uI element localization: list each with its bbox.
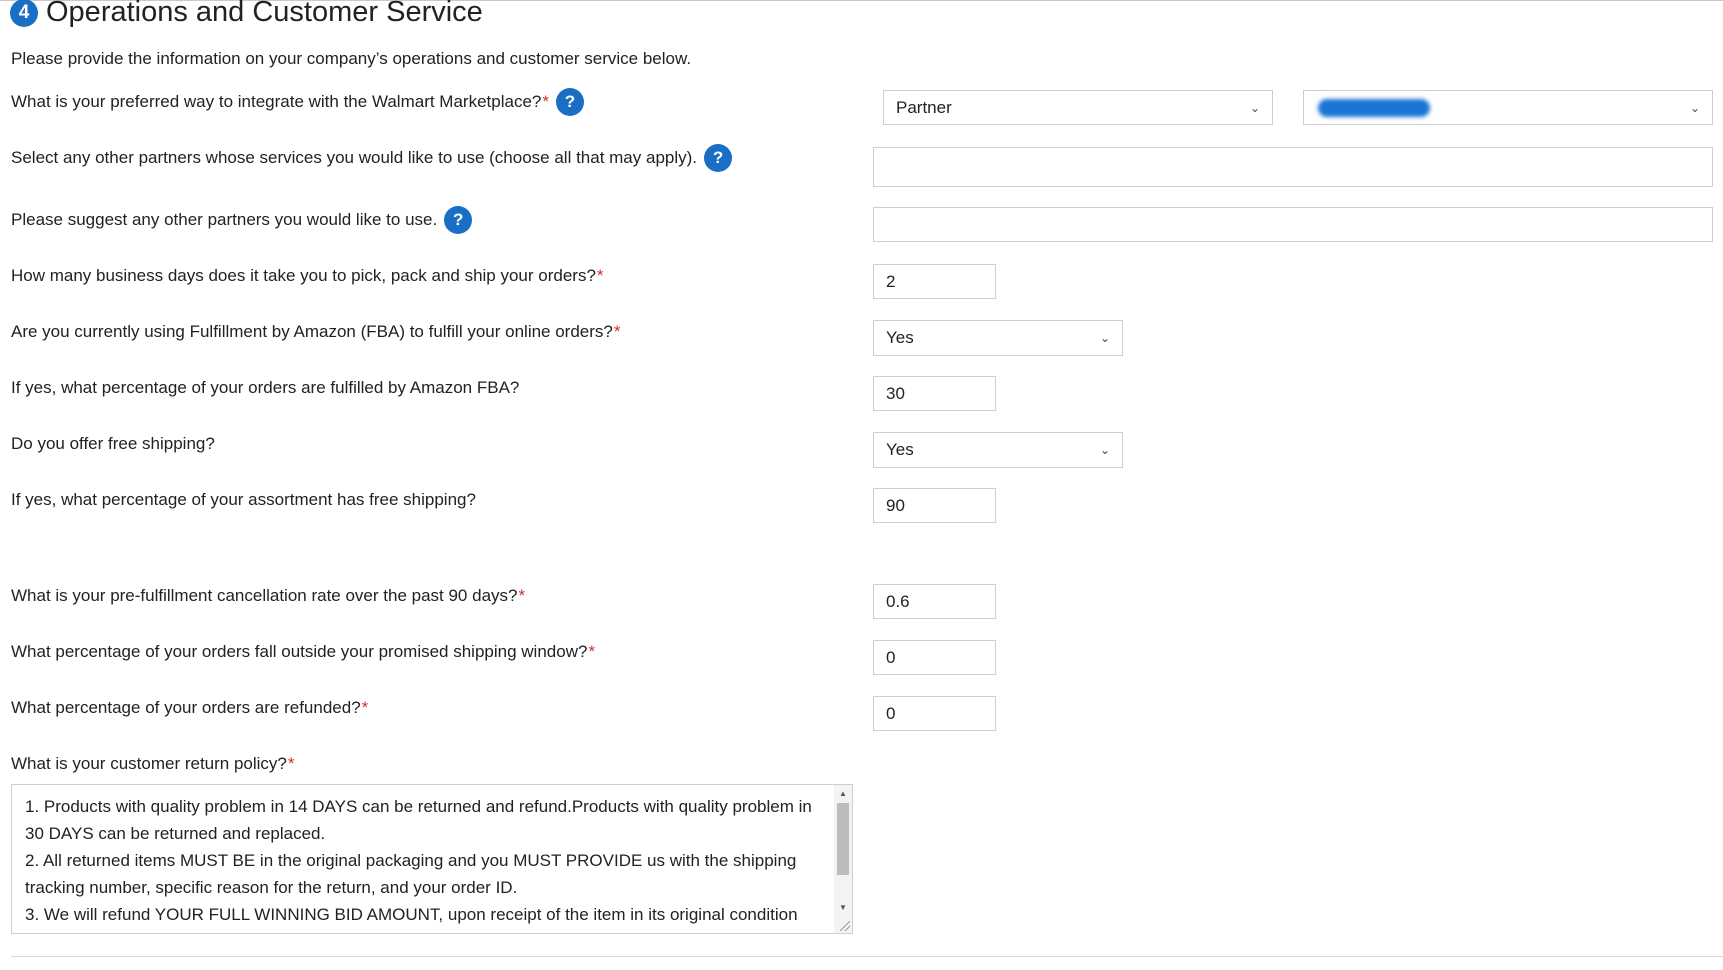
help-icon[interactable]: ? [444,206,473,234]
fba-percentage-value: 30 [886,383,905,403]
chevron-down-icon: ⌄ [1689,100,1700,115]
ship-days-question: How many business days does it take you … [11,266,604,286]
return-policy-line: 2. All returned items MUST BE in the ori… [25,851,797,897]
integration-question: What is your preferred way to integrate … [11,88,584,116]
section-header: 4 Operations and Customer Service [10,0,483,29]
return-policy-question: What is your customer return policy? * [11,754,295,774]
required-marker: * [613,322,621,341]
free-shipping-question: Do you offer free shipping? [11,434,215,454]
help-icon[interactable]: ? [556,88,584,116]
cancellation-rate-value: 0.6 [886,591,910,611]
late-ship-value: 0 [886,647,896,667]
chevron-down-icon: ⌄ [1099,443,1110,457]
fba-percentage-question: If yes, what percentage of your orders a… [11,378,519,398]
scroll-thumb[interactable] [837,803,849,875]
chevron-down-icon: ⌄ [1249,100,1260,115]
return-policy-line: 1. Products with quality problem in 14 D… [25,797,812,843]
other-partners-multiselect[interactable] [873,147,1713,187]
late-ship-question: What percentage of your orders fall outs… [11,642,595,662]
other-partners-question: Select any other partners whose services… [11,144,733,172]
return-policy-label: What is your customer return policy? [11,754,287,773]
late-ship-input[interactable]: 0 [873,640,996,675]
required-marker: * [542,92,549,111]
fba-question: Are you currently using Fulfillment by A… [11,322,621,342]
required-marker: * [287,754,295,773]
fba-percentage-label: If yes, what percentage of your orders a… [11,378,520,397]
return-policy-textarea[interactable]: 1. Products with quality problem in 14 D… [11,784,853,934]
late-ship-label: What percentage of your orders fall outs… [11,642,588,661]
refunded-value: 0 [886,703,896,723]
free-shipping-label: Do you offer free shipping? [11,434,215,453]
scroll-down-arrow-icon[interactable]: ▼ [834,899,852,915]
suggest-partners-question: Please suggest any other partners you wo… [11,206,473,234]
ship-days-label: How many business days does it take you … [11,266,596,285]
suggest-partners-label: Please suggest any other partners you wo… [11,210,438,229]
fba-label: Are you currently using Fulfillment by A… [11,322,613,341]
integration-method-value: Partner [896,97,952,117]
return-policy-line: 3. We will refund YOUR FULL WINNING BID … [25,905,798,933]
free-shipping-percentage-label: If yes, what percentage of your assortme… [11,490,476,509]
free-shipping-percentage-question: If yes, what percentage of your assortme… [11,490,476,510]
section-title: Operations and Customer Service [46,0,483,28]
other-partners-label: Select any other partners whose services… [11,148,698,167]
cancellation-question: What is your pre-fulfillment cancellatio… [11,586,525,606]
required-marker: * [518,586,526,605]
refunded-label: What percentage of your orders are refun… [11,698,361,717]
bottom-divider [11,956,1723,957]
refunded-input[interactable]: 0 [873,696,996,731]
free-shipping-value: Yes [886,440,914,459]
integration-label: What is your preferred way to integrate … [11,92,542,111]
textarea-scrollbar[interactable]: ▲ ▼ [834,785,852,933]
free-shipping-percentage-value: 90 [886,495,905,515]
required-marker: * [588,642,596,661]
chevron-down-icon: ⌄ [1099,331,1110,345]
fba-percentage-input[interactable]: 30 [873,376,996,411]
required-marker: * [361,698,369,717]
fba-value: Yes [886,328,914,347]
help-icon[interactable]: ? [704,144,733,172]
integration-partner-select[interactable]: ⌄ [1303,90,1713,125]
ship-days-input[interactable]: 2 [873,264,996,299]
ship-days-value: 2 [886,271,896,291]
scroll-up-arrow-icon[interactable]: ▲ [834,785,852,801]
fba-select[interactable]: Yes ⌄ [873,320,1123,356]
integration-method-select[interactable]: Partner ⌄ [883,90,1273,125]
cancellation-label: What is your pre-fulfillment cancellatio… [11,586,518,605]
resize-grip-icon[interactable] [840,921,850,931]
suggest-partners-input[interactable] [873,207,1713,242]
required-marker: * [596,266,604,285]
redacted-partner-value [1318,98,1430,117]
free-shipping-select[interactable]: Yes ⌄ [873,432,1123,468]
section-intro: Please provide the information on your c… [11,49,692,68]
cancellation-rate-input[interactable]: 0.6 [873,584,996,619]
refunded-question: What percentage of your orders are refun… [11,698,368,718]
free-shipping-percentage-input[interactable]: 90 [873,488,996,523]
step-number-badge: 4 [10,0,38,27]
return-policy-text: 1. Products with quality problem in 14 D… [12,785,852,933]
